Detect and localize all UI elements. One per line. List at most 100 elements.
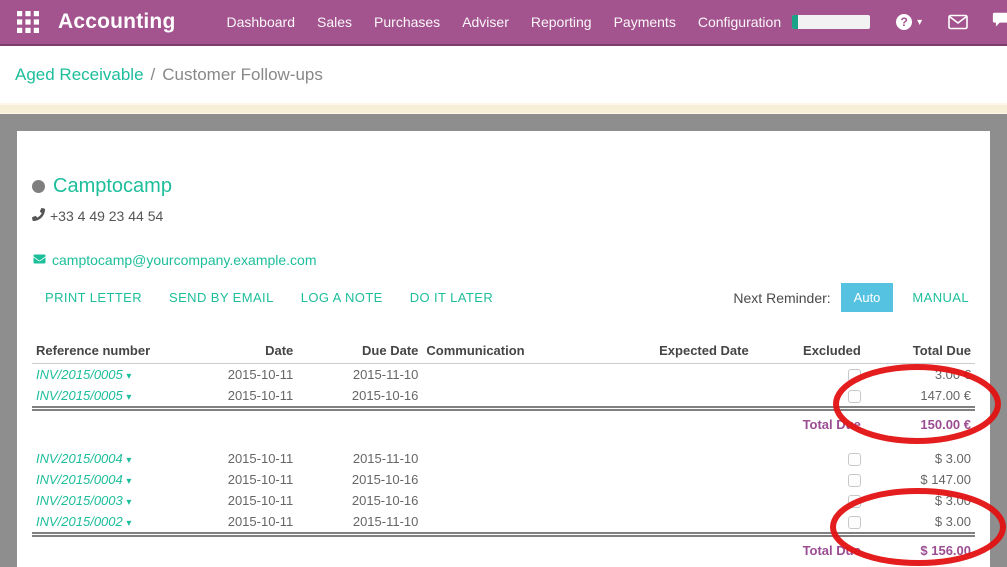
- menu-reporting[interactable]: Reporting: [520, 14, 603, 30]
- table-row: INV/2015/0005 ▾ 2015-10-11 2015-10-16 14…: [32, 385, 975, 409]
- log-a-note-button[interactable]: LOG A NOTE: [301, 284, 383, 311]
- messages-envelope-icon[interactable]: [948, 14, 968, 30]
- invoice-expected-date: [613, 448, 753, 469]
- table-row: INV/2015/0005 ▾ 2015-10-11 2015-11-10 3.…: [32, 364, 975, 386]
- invoice-expected-date: [613, 385, 753, 409]
- send-by-email-button[interactable]: SEND BY EMAIL: [169, 284, 274, 311]
- invoice-total-due: $ 3.00: [865, 448, 975, 469]
- planner-progress-bar[interactable]: [792, 15, 870, 29]
- table-row: INV/2015/0002 ▾ 2015-10-11 2015-11-10 $ …: [32, 511, 975, 535]
- do-it-later-button[interactable]: DO IT LATER: [410, 284, 493, 311]
- total-due-amount-eur: 150.00 €: [865, 409, 975, 436]
- main-menu: Dashboard Sales Purchases Adviser Report…: [216, 14, 793, 30]
- table-row: INV/2015/0004 ▾ 2015-10-11 2015-11-10 $ …: [32, 448, 975, 469]
- caret-down-icon: ▾: [126, 455, 131, 466]
- breadcrumb-separator: /: [151, 65, 156, 85]
- col-expected-date: Expected Date: [613, 340, 753, 364]
- invoice-expected-date: [613, 511, 753, 535]
- menu-purchases[interactable]: Purchases: [363, 14, 451, 30]
- invoice-ref: INV/2015/0005: [36, 388, 123, 403]
- next-reminder-group: Next Reminder: Auto MANUAL: [733, 283, 975, 312]
- followup-actions-row: PRINT LETTER SEND BY EMAIL LOG A NOTE DO…: [32, 283, 975, 312]
- phone-icon: [32, 208, 50, 224]
- invoice-total-due: $ 3.00: [865, 511, 975, 535]
- total-row-eur: Total Due 150.00 €: [32, 409, 975, 436]
- chat-bubble-icon: [992, 12, 1007, 33]
- menu-configuration[interactable]: Configuration: [687, 14, 792, 30]
- topbar-right-cluster: ? ▾ 21: [792, 12, 1007, 33]
- col-due-date: Due Date: [297, 340, 422, 364]
- invoice-ref-link[interactable]: INV/2015/0004 ▾: [36, 451, 131, 466]
- excluded-checkbox[interactable]: [848, 495, 861, 508]
- invoice-ref-link[interactable]: INV/2015/0003 ▾: [36, 493, 131, 508]
- menu-adviser[interactable]: Adviser: [451, 14, 520, 30]
- col-date: Date: [197, 340, 297, 364]
- excluded-checkbox[interactable]: [848, 390, 861, 403]
- caret-down-icon: ▾: [126, 371, 131, 382]
- col-reference-number: Reference number: [32, 340, 197, 364]
- invoice-ref: INV/2015/0003: [36, 493, 123, 508]
- invoice-ref-link[interactable]: INV/2015/0005 ▾: [36, 388, 131, 403]
- app-title[interactable]: Accounting: [58, 10, 176, 34]
- invoice-due-date: 2015-11-10: [297, 448, 422, 469]
- excluded-checkbox[interactable]: [848, 474, 861, 487]
- excluded-checkbox[interactable]: [848, 516, 861, 529]
- invoice-communication: [422, 364, 612, 386]
- followup-report-card: Camptocamp +33 4 49 23 44 54 camptocamp@…: [17, 131, 990, 567]
- invoice-due-date: 2015-11-10: [297, 511, 422, 535]
- customer-email-link[interactable]: camptocamp@yourcompany.example.com: [52, 252, 317, 268]
- invoice-communication: [422, 448, 612, 469]
- notice-strip: [0, 103, 1007, 114]
- menu-payments[interactable]: Payments: [603, 14, 687, 30]
- invoice-ref-link[interactable]: INV/2015/0004 ▾: [36, 472, 131, 487]
- chat-messages-button[interactable]: 21: [992, 12, 1007, 33]
- breadcrumb-current-page: Customer Follow-ups: [162, 65, 323, 85]
- invoice-total-due: 147.00 €: [865, 385, 975, 409]
- excluded-checkbox[interactable]: [848, 369, 861, 382]
- total-row-usd: Total Due $ 156.00: [32, 535, 975, 562]
- reminder-auto-button[interactable]: Auto: [841, 283, 894, 312]
- menu-dashboard[interactable]: Dashboard: [216, 14, 307, 30]
- caret-down-icon: ▾: [126, 392, 131, 403]
- invoice-ref: INV/2015/0004: [36, 472, 123, 487]
- invoice-ref: INV/2015/0005: [36, 367, 123, 382]
- invoices-table-eur: Reference number Date Due Date Communica…: [32, 340, 975, 561]
- caret-down-icon: ▾: [126, 518, 131, 529]
- excluded-checkbox[interactable]: [848, 453, 861, 466]
- invoice-ref: INV/2015/0004: [36, 451, 123, 466]
- invoice-due-date: 2015-10-16: [297, 469, 422, 490]
- reminder-manual-button[interactable]: MANUAL: [906, 289, 975, 306]
- invoice-communication: [422, 511, 612, 535]
- invoice-ref-link[interactable]: INV/2015/0002 ▾: [36, 514, 131, 529]
- envelope-icon: [32, 252, 47, 268]
- table-header-row: Reference number Date Due Date Communica…: [32, 340, 975, 364]
- invoice-ref: INV/2015/0002: [36, 514, 123, 529]
- help-icon: ?: [896, 14, 912, 30]
- invoice-date: 2015-10-11: [197, 469, 297, 490]
- caret-down-icon: ▾: [126, 497, 131, 508]
- invoice-total-due: $ 3.00: [865, 490, 975, 511]
- apps-grid-icon[interactable]: [17, 11, 39, 33]
- invoice-ref-link[interactable]: INV/2015/0005 ▾: [36, 367, 131, 382]
- customer-name: Camptocamp: [53, 175, 172, 198]
- invoice-date: 2015-10-11: [197, 511, 297, 535]
- top-navbar: Accounting Dashboard Sales Purchases Adv…: [0, 0, 1007, 46]
- invoices-table-usd: INV/2015/0004 ▾ 2015-10-11 2015-11-10 $ …: [32, 448, 975, 561]
- breadcrumb-aged-receivable[interactable]: Aged Receivable: [15, 65, 144, 85]
- invoice-expected-date: [613, 469, 753, 490]
- menu-sales[interactable]: Sales: [306, 14, 363, 30]
- page-background: Camptocamp +33 4 49 23 44 54 camptocamp@…: [0, 114, 1007, 567]
- invoice-total-due: 3.00 €: [865, 364, 975, 386]
- planner-progress-fill: [792, 15, 798, 29]
- print-letter-button[interactable]: PRINT LETTER: [45, 284, 142, 311]
- invoice-date: 2015-10-11: [197, 385, 297, 409]
- help-menu[interactable]: ? ▾: [896, 14, 922, 30]
- invoice-due-date: 2015-10-16: [297, 490, 422, 511]
- invoice-communication: [422, 469, 612, 490]
- customer-phone: +33 4 49 23 44 54: [50, 208, 163, 224]
- caret-down-icon: ▾: [126, 476, 131, 487]
- total-due-amount-usd: $ 156.00: [865, 535, 975, 562]
- table-row: INV/2015/0004 ▾ 2015-10-11 2015-10-16 $ …: [32, 469, 975, 490]
- col-excluded: Excluded: [753, 340, 865, 364]
- invoice-due-date: 2015-11-10: [297, 364, 422, 386]
